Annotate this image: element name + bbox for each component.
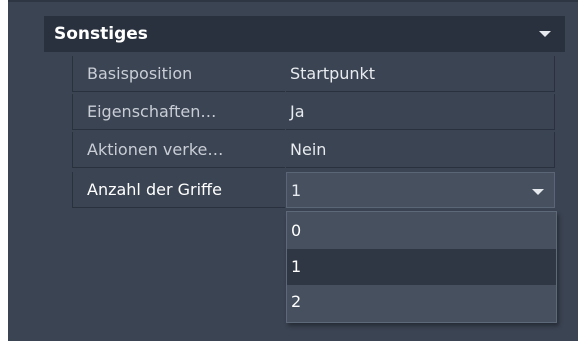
property-value[interactable]: Ja <box>286 94 555 130</box>
select-current-value: 1 <box>291 181 302 200</box>
property-name: Eigenschaften… <box>72 94 285 130</box>
property-name: Anzahl der Griffe <box>72 172 285 208</box>
grip-count-select[interactable]: 1 <box>286 172 555 208</box>
dropdown-option-1[interactable]: 1 <box>287 249 556 285</box>
section-title: Sonstiges <box>54 24 148 44</box>
palette-top-edge <box>8 0 578 12</box>
collapse-caret-icon[interactable] <box>539 31 551 37</box>
chevron-down-icon[interactable] <box>532 189 544 195</box>
property-value[interactable]: Startpunkt <box>286 56 555 92</box>
dropdown-option-2[interactable]: 2 <box>287 284 556 320</box>
section-header-sonstiges[interactable]: Sonstiges <box>44 16 565 52</box>
property-value[interactable]: Nein <box>286 132 555 168</box>
grip-count-dropdown-list: 0 1 2 <box>286 211 557 323</box>
property-row-anzahl-der-griffe[interactable]: Anzahl der Griffe 1 <box>72 172 555 209</box>
property-name: Basisposition <box>72 56 285 92</box>
property-row-basisposition[interactable]: Basisposition Startpunkt <box>72 56 555 93</box>
property-name: Aktionen verke… <box>72 132 285 168</box>
property-row-eigenschaften[interactable]: Eigenschaften… Ja <box>72 94 555 131</box>
property-row-aktionen[interactable]: Aktionen verke… Nein <box>72 132 555 169</box>
dropdown-option-0[interactable]: 0 <box>287 213 556 249</box>
